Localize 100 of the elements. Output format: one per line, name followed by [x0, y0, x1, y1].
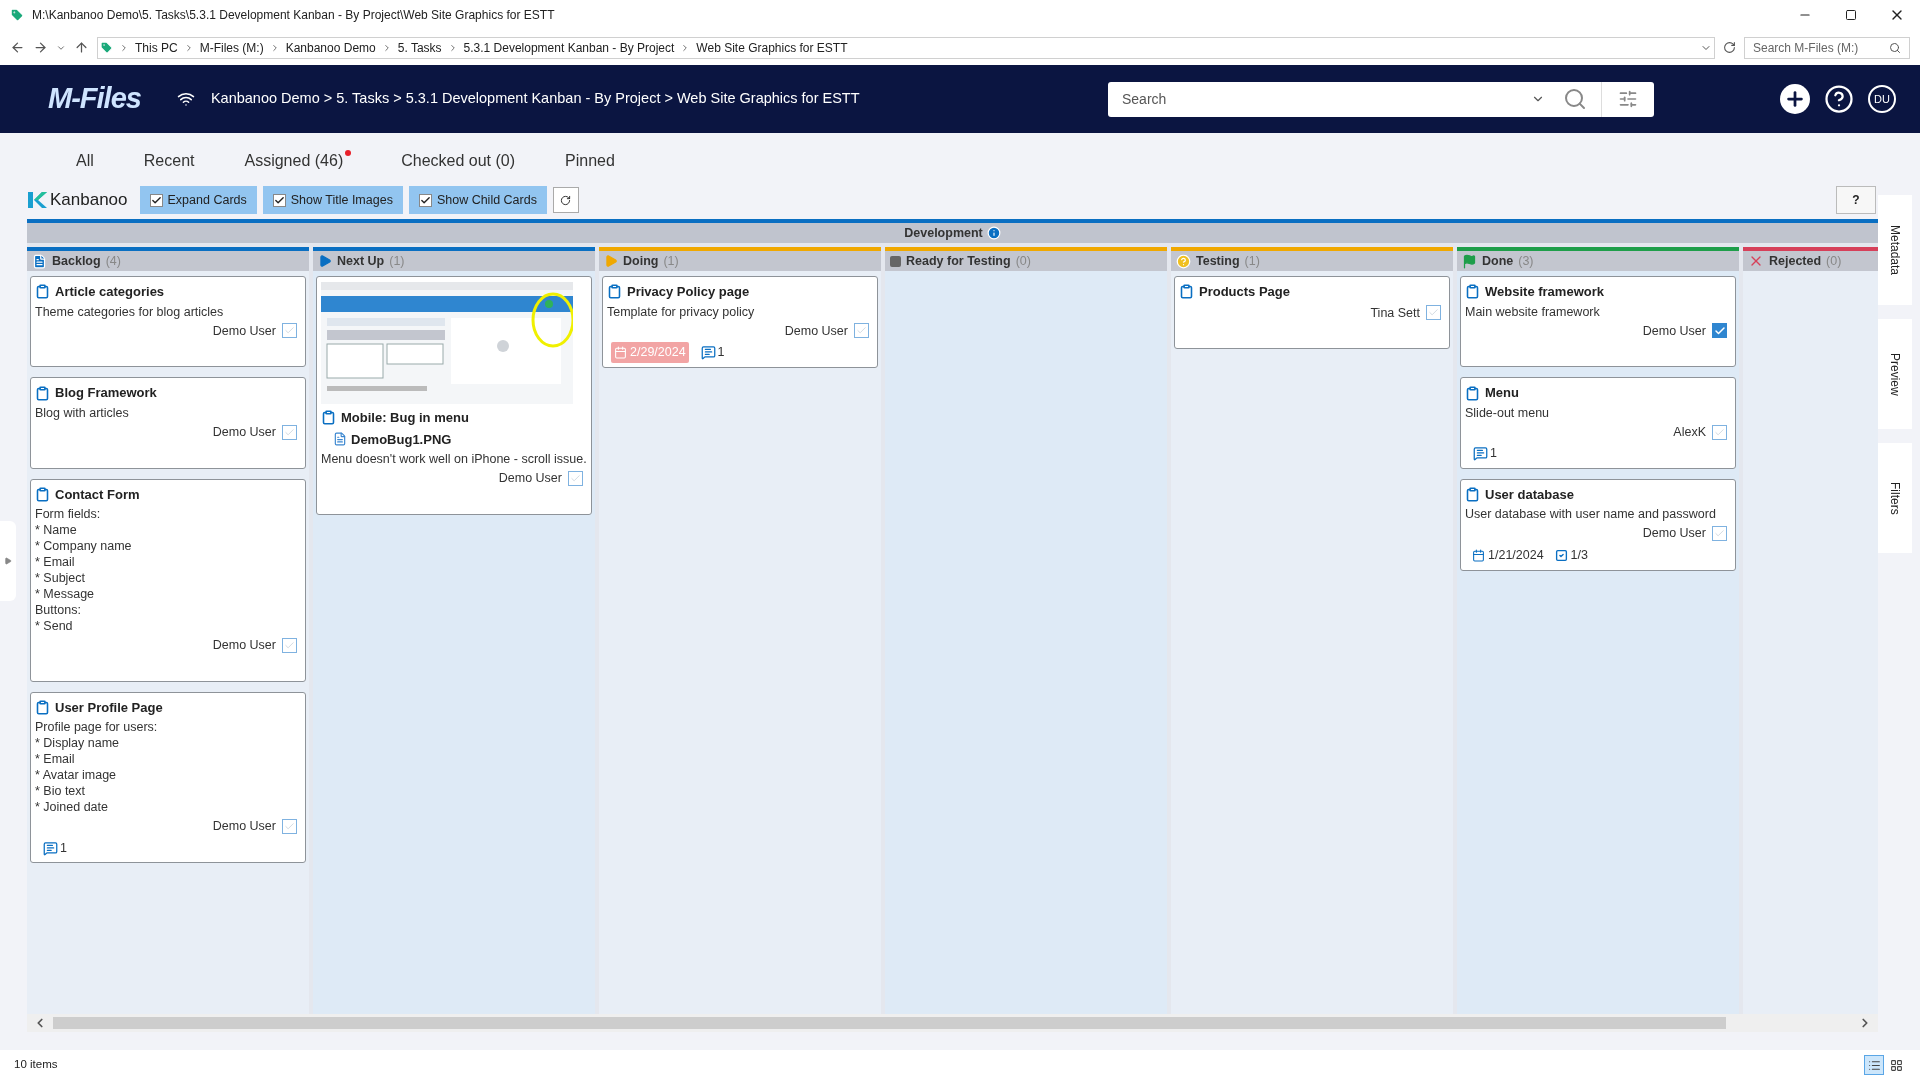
view-tab[interactable]: Pinned [565, 149, 615, 173]
calendar-icon [1472, 548, 1485, 562]
toggle-button[interactable]: Show Title Images [262, 186, 403, 214]
task-card[interactable]: Website framework Main website framework Demo User [1460, 276, 1736, 368]
side-panel-tab[interactable]: Filters [1878, 443, 1912, 553]
help-icon[interactable] [1824, 84, 1854, 114]
check-icon [419, 194, 431, 206]
column-name: Ready for Testing [906, 252, 1011, 270]
app-logo: M-Files [48, 81, 141, 117]
path-segment[interactable]: 5. Tasks [397, 38, 442, 57]
checkbox[interactable] [282, 637, 297, 653]
assignee-name: Demo User [212, 423, 276, 441]
task-card[interactable]: Products Page Tina Sett [1174, 276, 1450, 350]
column-name: Rejected [1769, 252, 1822, 270]
side-panel-tab[interactable]: Metadata [1878, 195, 1912, 305]
search-field[interactable]: Search M-Files (M:) [1744, 36, 1910, 59]
path-segment[interactable]: M-Files (M:) [199, 38, 264, 57]
check-icon [1714, 527, 1725, 539]
info-icon[interactable] [986, 226, 1001, 240]
view-tab[interactable]: All [76, 149, 94, 173]
checkbox[interactable] [272, 193, 286, 207]
check-icon [284, 426, 295, 438]
card-title[interactable]: Contact Form [55, 484, 140, 504]
card-description: Profile page for users: * Display name * Email * Avatar image * Bio text * Joined date [35, 719, 159, 816]
refresh-button[interactable] [552, 187, 579, 213]
checkbox[interactable] [282, 424, 297, 440]
task-card[interactable]: Privacy Policy page Template for privacy policy Demo User 2/29/2024 1 [602, 276, 878, 368]
view-mode-button[interactable] [1864, 1055, 1884, 1075]
checkbox[interactable] [568, 470, 583, 486]
horizontal-scrollbar[interactable] [27, 1014, 1878, 1032]
forward-icon[interactable] [33, 40, 48, 55]
checked-checkbox[interactable] [1712, 323, 1727, 339]
brand-name: Kanbanoo [50, 189, 128, 212]
chevron-icon [119, 42, 129, 53]
task-card[interactable]: Mobile: Bug in menu DemoBug1.PNG Menu doesn't work well on iPhone - scroll issue. Demo User [316, 276, 592, 515]
column-count: (4) [105, 252, 121, 270]
task-card[interactable]: Menu Slide-out menu AlexK 1 [1460, 377, 1736, 469]
group-name: Development [904, 224, 983, 242]
checkbox[interactable] [149, 193, 163, 207]
task-card[interactable]: User database User database with user name and password Demo User 1/21/2024 1/3 [1460, 478, 1736, 571]
checkbox[interactable] [854, 323, 869, 339]
path-segment[interactable]: 5.3.1 Development Kanban - By Project [463, 38, 675, 57]
task-card[interactable]: Article categories Theme categories for blog articles Demo User [30, 276, 306, 368]
column-name: Testing [1196, 252, 1240, 270]
task-card[interactable]: Blog Framework Blog with articles Demo User [30, 377, 306, 469]
add-button[interactable] [1780, 84, 1810, 114]
path-segment[interactable]: Kanbanoo Demo [285, 38, 376, 57]
side-panel-tab[interactable]: Preview [1878, 319, 1912, 429]
path-segment[interactable]: Web Site Graphics for ESTT [696, 38, 848, 57]
clipboard-icon [607, 284, 622, 300]
due-date: 1/21/2024 [1469, 544, 1547, 566]
card-title[interactable]: Products Page [1199, 282, 1291, 302]
column-count: (0) [1826, 252, 1842, 270]
toggle-button[interactable]: Show Child Cards [408, 186, 547, 214]
task-card[interactable]: Contact Form Form fields: * Name * Company name * Email * Subject * Message Buttons: * Send Demo User [30, 478, 306, 682]
search-icon[interactable] [1563, 87, 1587, 111]
attachment-name[interactable]: DemoBug1.PNG [351, 429, 452, 449]
view-tab[interactable]: Checked out (0) [401, 149, 516, 173]
help-button[interactable]: ? [1836, 186, 1876, 214]
card-title[interactable]: Article categories [55, 282, 165, 302]
kanbanoo-logo-icon [27, 190, 47, 210]
search-icon[interactable] [1889, 41, 1901, 54]
play-icon [318, 254, 332, 268]
card-title[interactable]: Mobile: Bug in menu [341, 408, 469, 428]
card-title[interactable]: Website framework [1485, 282, 1604, 302]
path-segment[interactable]: This PC [135, 38, 178, 57]
toggle-button[interactable]: Expand Cards [139, 186, 257, 214]
address-field[interactable]: This PC M-Files (M:) Kanbanoo Demo 5. Tasks 5.3.1 Development Kanban - By Project Web Site Graphics for ESTT [97, 36, 1715, 59]
view-tab[interactable]: Recent [143, 149, 195, 173]
card-title[interactable]: Menu [1485, 383, 1519, 403]
card-description: Slide-out menu [1465, 404, 1551, 421]
task-card[interactable]: User Profile Page Profile page for users: * Display name * Email * Avatar image * Bio text * Joined date Demo User 1 [30, 691, 306, 863]
calendar-icon [614, 346, 627, 360]
search-input[interactable]: Search [1122, 88, 1531, 110]
card-title[interactable]: User database [1485, 484, 1574, 504]
question-icon [1176, 253, 1191, 269]
checkbox-icon [1554, 548, 1568, 562]
user-avatar[interactable]: DU [1868, 85, 1896, 113]
play-icon [604, 254, 618, 268]
checkbox[interactable] [1426, 305, 1441, 321]
column-name: Done [1482, 252, 1514, 270]
column-name: Backlog [52, 252, 101, 270]
checkbox[interactable] [282, 323, 297, 339]
up-icon[interactable] [74, 40, 89, 55]
refresh-icon[interactable] [1723, 41, 1736, 54]
filter-icon[interactable] [1618, 89, 1638, 109]
comment-icon [1473, 446, 1488, 461]
card-title[interactable]: Privacy Policy page [627, 282, 750, 302]
back-icon[interactable] [10, 40, 25, 55]
search-bar[interactable]: Search [1108, 81, 1654, 117]
file-icon [333, 432, 347, 447]
checkbox[interactable] [418, 193, 432, 207]
view-tab[interactable]: Assigned (46) [244, 149, 352, 173]
checkbox[interactable] [1712, 424, 1727, 440]
checkbox[interactable] [1712, 525, 1727, 541]
card-description: User database with user name and password [1465, 506, 1717, 522]
square-icon [890, 255, 901, 267]
checkbox[interactable] [282, 819, 297, 835]
card-title[interactable]: User Profile Page [55, 697, 163, 718]
card-title[interactable]: Blog Framework [55, 383, 157, 403]
